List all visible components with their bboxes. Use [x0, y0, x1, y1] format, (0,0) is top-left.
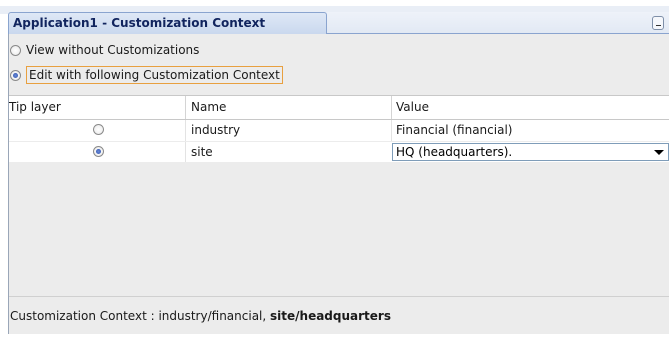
cell-name: industry — [191, 123, 241, 137]
header-value[interactable]: Value — [396, 100, 429, 114]
option-label-edit-with: Edit with following Customization Contex… — [26, 66, 283, 84]
value-dropdown-text: HQ (headquarters). — [396, 145, 513, 159]
header-name[interactable]: Name — [191, 100, 226, 114]
table-row[interactable]: industry Financial (financial) — [9, 120, 669, 142]
table-row[interactable]: site HQ (headquarters). — [9, 142, 669, 164]
cell-divider — [391, 120, 392, 141]
tab-strip — [326, 12, 669, 34]
value-dropdown[interactable]: HQ (headquarters). — [392, 143, 669, 161]
column-divider[interactable] — [391, 96, 392, 119]
tab-customization-context[interactable]: Application1 - Customization Context — [8, 12, 327, 34]
column-divider[interactable] — [185, 96, 186, 119]
status-text-bold: site/headquarters — [270, 309, 391, 323]
status-bar: Customization Context : industry/financi… — [10, 309, 391, 323]
cell-value[interactable]: Financial (financial) — [396, 123, 512, 137]
chevron-down-icon[interactable] — [654, 150, 664, 155]
table-header: Tip layer Name Value — [9, 95, 669, 120]
radio-edit-with[interactable] — [10, 69, 21, 81]
cell-divider — [185, 120, 186, 141]
window-title: Application1 - Customization Context — [13, 16, 266, 30]
tip-layer-radio[interactable] — [93, 146, 104, 157]
option-label-view-without: View without Customizations — [26, 43, 200, 57]
minimize-icon[interactable] — [652, 16, 664, 30]
header-tip-layer[interactable]: Tip layer — [9, 100, 61, 114]
option-view-without-customizations[interactable]: View without Customizations — [10, 43, 199, 57]
customization-table: Tip layer Name Value industry Financial … — [9, 95, 669, 164]
cell-name: site — [191, 145, 213, 159]
cell-divider — [185, 142, 186, 163]
table-empty-area — [9, 162, 669, 272]
status-text: Customization Context : industry/financi… — [10, 309, 271, 323]
option-edit-with-context[interactable]: Edit with following Customization Contex… — [10, 66, 283, 84]
tip-layer-radio[interactable] — [93, 124, 104, 135]
radio-view-without[interactable] — [10, 44, 21, 56]
status-divider — [9, 296, 669, 297]
